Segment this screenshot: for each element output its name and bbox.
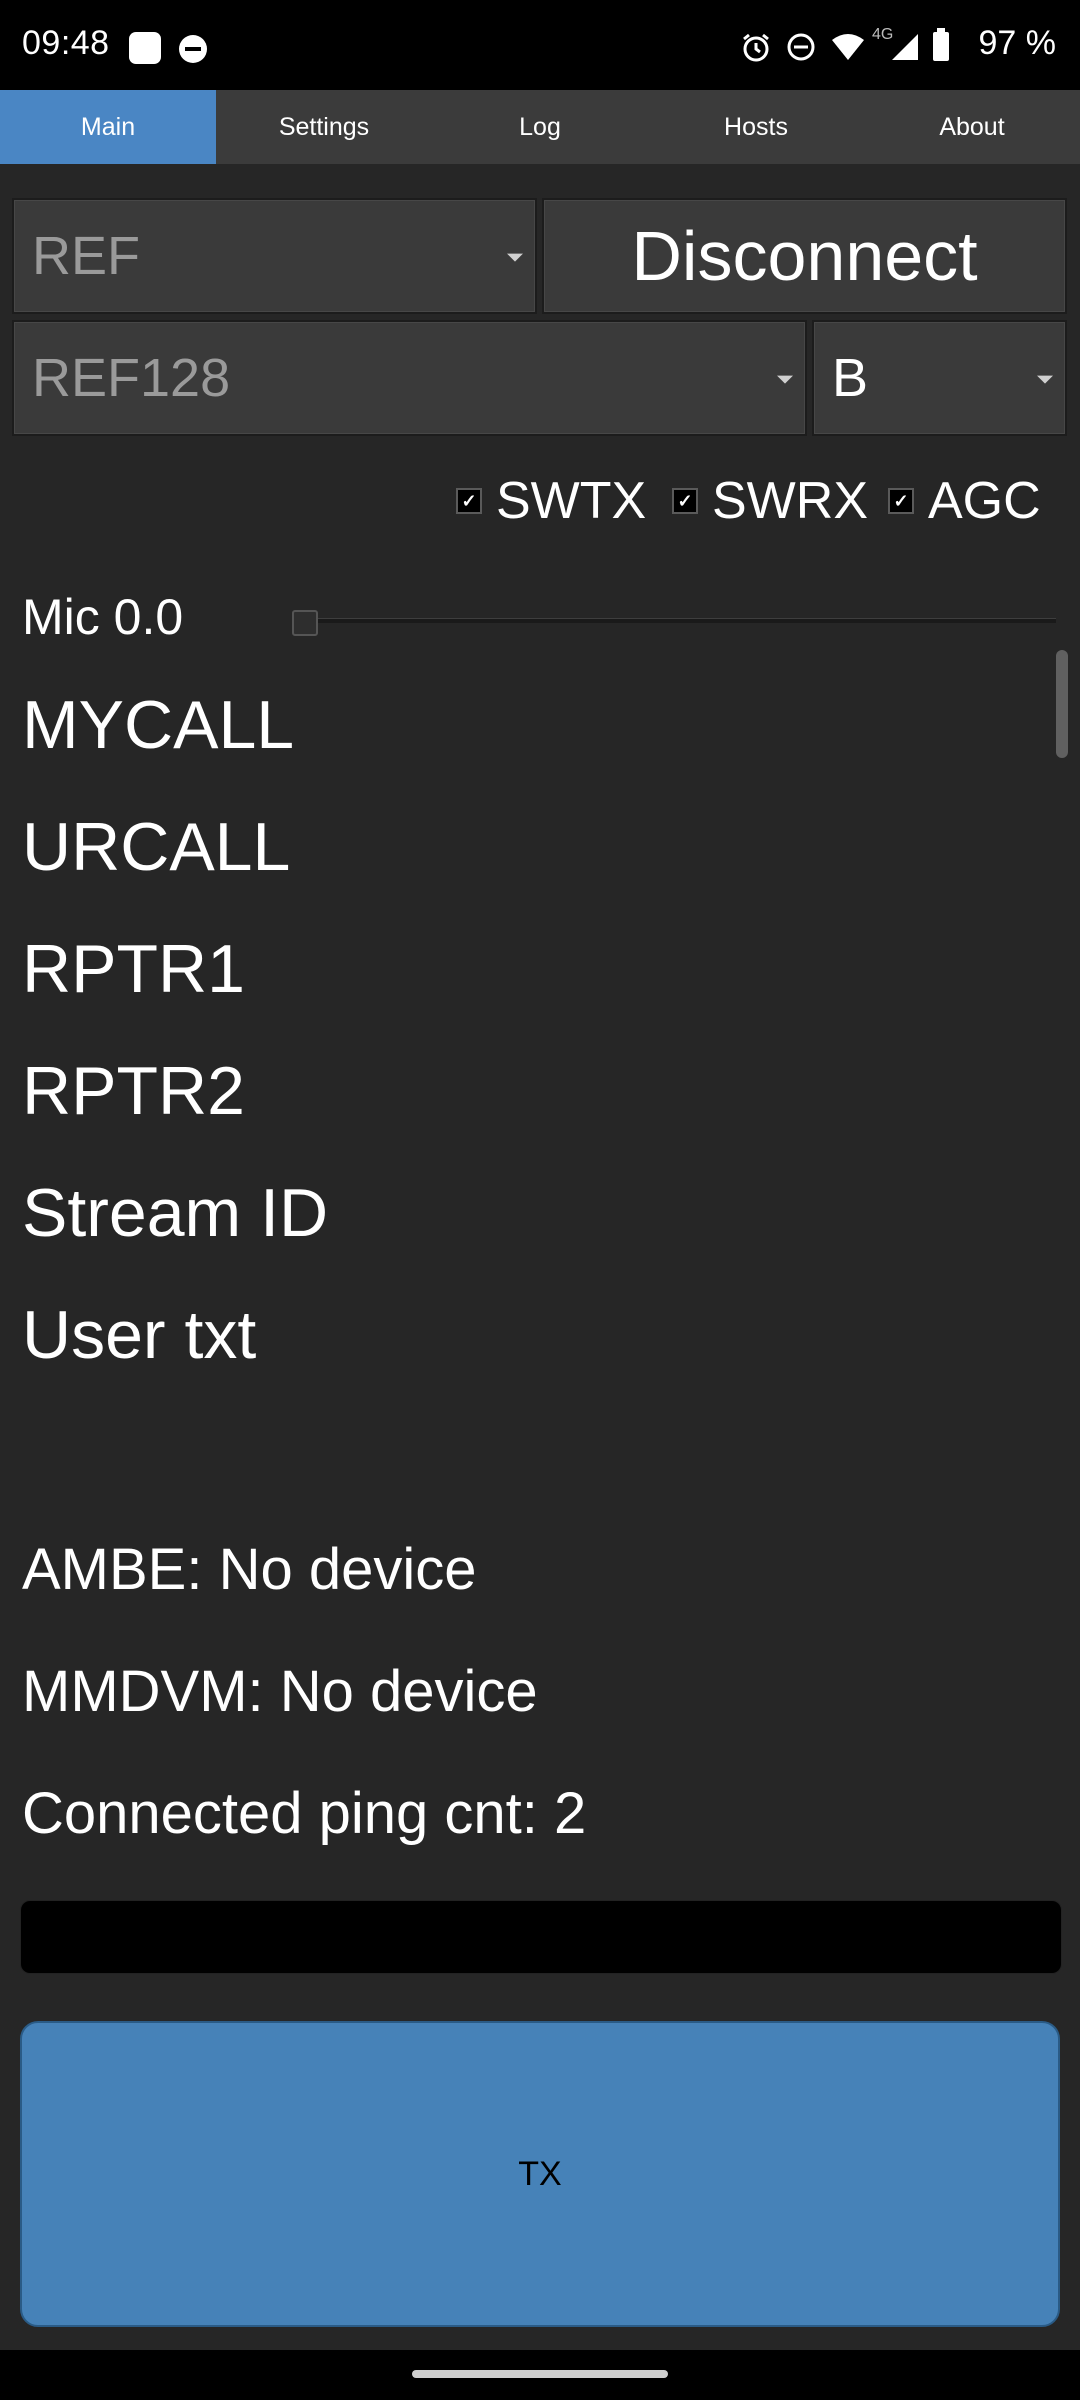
chevron-down-icon bbox=[1037, 375, 1053, 384]
mic-slider-handle[interactable] bbox=[292, 610, 318, 636]
scrollbar[interactable] bbox=[1056, 650, 1068, 758]
chevron-down-icon bbox=[507, 253, 523, 262]
mic-label: Mic 0.0 bbox=[22, 589, 184, 645]
checkbox-agc[interactable]: ✓ AGC bbox=[888, 466, 1041, 536]
checkbox-check-icon: ✓ bbox=[888, 488, 914, 514]
stream-id-label: Stream ID bbox=[22, 1175, 329, 1251]
checkbox-check-icon: ✓ bbox=[456, 488, 482, 514]
module-select-value: B bbox=[832, 348, 869, 408]
tab-bar: Main Settings Log Hosts About bbox=[0, 90, 1080, 164]
urcall-label: URCALL bbox=[22, 809, 291, 885]
checkbox-swtx-label: SWTX bbox=[496, 472, 647, 530]
navigation-bar bbox=[0, 2350, 1080, 2400]
status-icons: 4G 97 % bbox=[740, 22, 1080, 72]
dnd-icon bbox=[787, 33, 815, 61]
checkbox-check-icon: ✓ bbox=[672, 488, 698, 514]
tx-button[interactable]: TX bbox=[20, 2021, 1060, 2327]
status-time: 09:48 bbox=[22, 24, 110, 62]
signal-icon bbox=[892, 34, 918, 60]
mmdvm-status: MMDVM: No device bbox=[22, 1659, 538, 1724]
tab-settings[interactable]: Settings bbox=[216, 90, 432, 164]
status-bar: 09:48 4G 97 % bbox=[0, 0, 1080, 90]
rptr2-label: RPTR2 bbox=[22, 1053, 245, 1129]
host-select-value: REF128 bbox=[32, 348, 231, 408]
user-txt-label: User txt bbox=[22, 1297, 257, 1373]
message-input[interactable] bbox=[20, 1900, 1062, 1974]
chevron-down-icon bbox=[777, 375, 793, 384]
mode-select[interactable]: REF bbox=[12, 198, 537, 314]
checkbox-swrx[interactable]: ✓ SWRX bbox=[672, 466, 868, 536]
battery-icon bbox=[933, 28, 949, 61]
tab-about[interactable]: About bbox=[864, 90, 1080, 164]
notification-square-icon bbox=[129, 32, 161, 64]
checkbox-swrx-label: SWRX bbox=[712, 472, 868, 530]
mode-select-value: REF bbox=[32, 226, 140, 286]
dnd-icon bbox=[179, 35, 207, 63]
tab-main[interactable]: Main bbox=[0, 90, 216, 164]
mic-slider-track[interactable] bbox=[296, 618, 1056, 623]
checkbox-swtx[interactable]: ✓ SWTX bbox=[456, 466, 646, 536]
battery-percentage: 97 % bbox=[978, 24, 1057, 62]
host-select[interactable]: REF128 bbox=[12, 320, 807, 436]
home-gesture-handle[interactable] bbox=[412, 2370, 668, 2378]
ping-status: Connected ping cnt: 2 bbox=[22, 1781, 587, 1846]
tab-hosts[interactable]: Hosts bbox=[648, 90, 864, 164]
ambe-status: AMBE: No device bbox=[22, 1537, 477, 1602]
wifi-icon bbox=[832, 34, 864, 60]
disconnect-button[interactable]: Disconnect bbox=[542, 198, 1067, 314]
module-select[interactable]: B bbox=[812, 320, 1067, 436]
checkbox-agc-label: AGC bbox=[928, 472, 1041, 530]
alarm-icon bbox=[743, 33, 769, 62]
tab-log[interactable]: Log bbox=[432, 90, 648, 164]
checkbox-row: ✓ SWTX ✓ SWRX ✓ AGC bbox=[0, 466, 1080, 536]
rptr1-label: RPTR1 bbox=[22, 931, 245, 1007]
mycall-label: MYCALL bbox=[22, 687, 295, 763]
